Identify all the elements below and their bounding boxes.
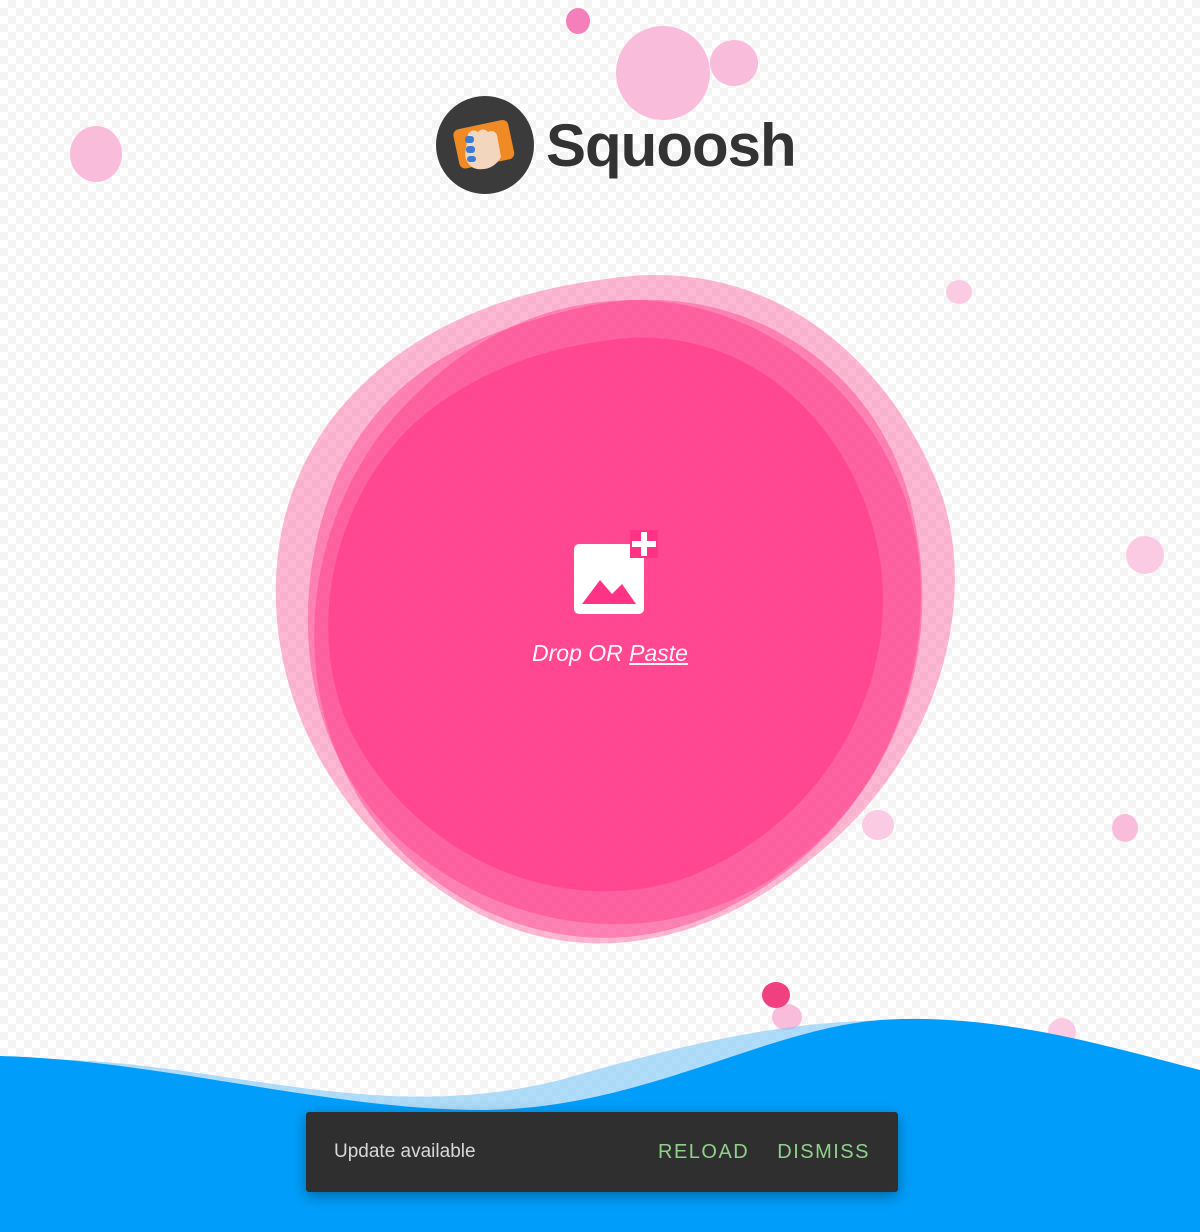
drop-label: Drop OR [532, 640, 630, 666]
add-image-icon[interactable] [574, 530, 664, 620]
dismiss-button[interactable]: DISMISS [777, 1141, 870, 1164]
decorative-dot [710, 40, 758, 86]
decorative-dot [566, 8, 590, 34]
app-logo: Squoosh [436, 96, 797, 194]
decorative-dot [1112, 814, 1138, 842]
drop-zone[interactable]: Drop OR Paste [250, 520, 970, 720]
update-snackbar: Update available RELOAD DISMISS [306, 1112, 898, 1192]
squoosh-logo-icon [436, 96, 534, 194]
drop-instructions: Drop OR Paste [532, 640, 688, 667]
reload-button[interactable]: RELOAD [658, 1141, 749, 1164]
decorative-dot [70, 126, 122, 182]
paste-link[interactable]: Paste [629, 640, 688, 666]
brand-name: Squoosh [546, 111, 797, 179]
snackbar-message: Update available [334, 1141, 476, 1162]
decorative-dot [1126, 536, 1164, 574]
